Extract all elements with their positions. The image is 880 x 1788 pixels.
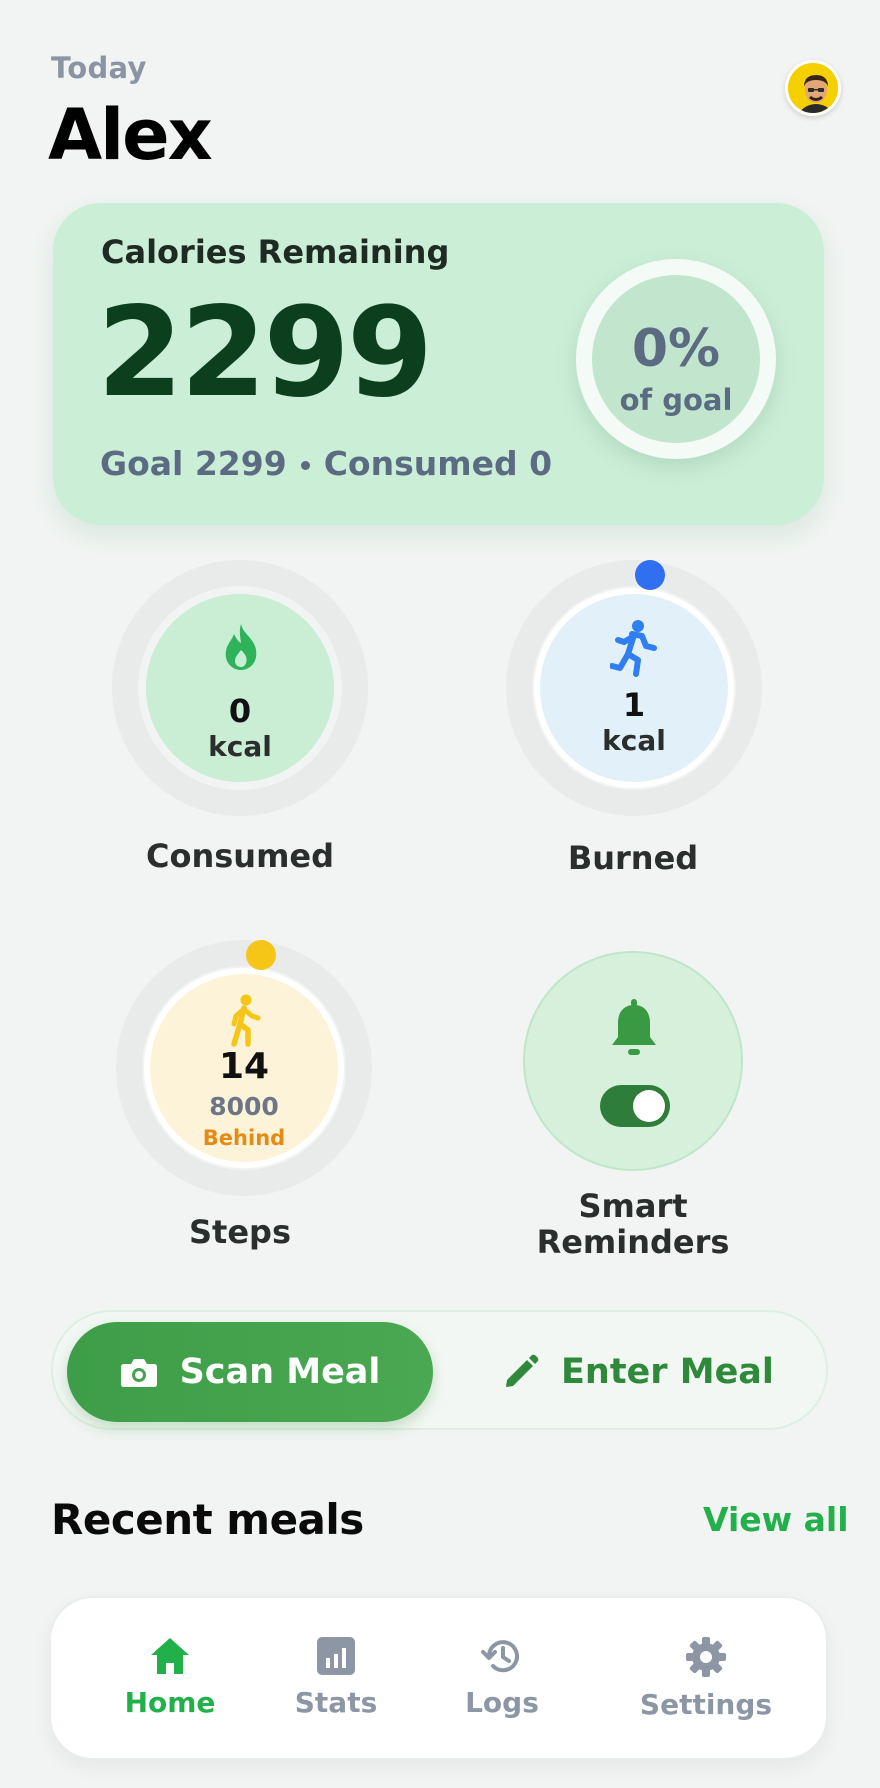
scan-meal-label: Scan Meal (179, 1352, 381, 1392)
goal-percent-label: of goal (619, 383, 733, 417)
toggle-knob (633, 1090, 665, 1122)
reminders-label: Smart Reminders (483, 1188, 783, 1260)
calories-remaining-value: 2299 (97, 281, 433, 425)
nav-logs-label: Logs (465, 1686, 539, 1719)
consumed-circle: 0 kcal (146, 594, 334, 782)
reminders-label-line1: Smart (578, 1187, 688, 1225)
calories-summary: Goal 2299 Consumed 0 (100, 444, 552, 483)
bottom-nav: Home Stats Logs Settings (49, 1596, 828, 1760)
nav-home[interactable]: Home (95, 1636, 245, 1719)
flame-icon (225, 624, 257, 670)
steps-goal: 8000 (209, 1092, 279, 1121)
nav-settings-label: Settings (639, 1688, 773, 1721)
nav-settings[interactable]: Settings (616, 1636, 796, 1721)
history-icon (481, 1640, 519, 1673)
nav-logs[interactable]: Logs (427, 1636, 577, 1719)
steps-status: Behind (202, 1126, 286, 1150)
recent-meals-title: Recent meals (51, 1495, 364, 1544)
view-all-link[interactable]: View all (703, 1500, 849, 1539)
consumed-value: 0 (228, 692, 252, 730)
burned-progress-knob (635, 560, 665, 590)
home-screen: Today Alex Calories Remaining 2299 Goal … (0, 0, 880, 1788)
consumed-label: Consumed (145, 837, 335, 875)
burned-unit: kcal (602, 724, 666, 757)
avatar[interactable] (785, 60, 841, 116)
camera-icon (120, 1359, 157, 1387)
calories-consumed: Consumed 0 (323, 444, 553, 483)
meal-action-bar: Scan Meal Enter Meal (51, 1310, 828, 1430)
burned-value: 1 (622, 686, 646, 724)
stats-icon (317, 1637, 355, 1675)
avatar-face-icon (788, 63, 838, 113)
burned-circle: 1 kcal (534, 588, 734, 788)
steps-value: 14 (218, 1046, 270, 1087)
goal-percent: 0% (631, 319, 721, 379)
user-name: Alex (48, 94, 213, 176)
date-label: Today (51, 51, 147, 85)
calories-card[interactable]: Calories Remaining 2299 Goal 2299 Consume… (53, 203, 824, 525)
separator-dot (300, 461, 310, 470)
scan-meal-button[interactable]: Scan Meal (67, 1322, 433, 1422)
steps-progress-knob (246, 940, 276, 970)
gear-icon (686, 1637, 726, 1677)
burned-label: Burned (567, 839, 699, 877)
nav-home-label: Home (124, 1686, 216, 1719)
steps-label: Steps (189, 1213, 291, 1251)
goal-progress-ring: 0% of goal (576, 259, 776, 459)
consumed-unit: kcal (208, 730, 272, 763)
walking-icon (231, 994, 261, 1047)
reminders-circle (523, 951, 743, 1171)
bell-icon (612, 999, 656, 1055)
calories-goal: Goal 2299 (100, 444, 287, 483)
home-icon (151, 1638, 189, 1674)
pencil-icon (506, 1354, 539, 1387)
reminders-toggle[interactable] (600, 1085, 670, 1127)
steps-circle: 14 8000 Behind (144, 968, 344, 1168)
nav-stats-label: Stats (294, 1686, 378, 1719)
nav-stats[interactable]: Stats (261, 1636, 411, 1719)
running-icon (610, 620, 657, 677)
calories-title: Calories Remaining (101, 233, 450, 271)
reminders-label-line2: Reminders (536, 1223, 730, 1261)
enter-meal-button[interactable]: Enter Meal (503, 1322, 803, 1422)
enter-meal-label: Enter Meal (561, 1352, 774, 1392)
